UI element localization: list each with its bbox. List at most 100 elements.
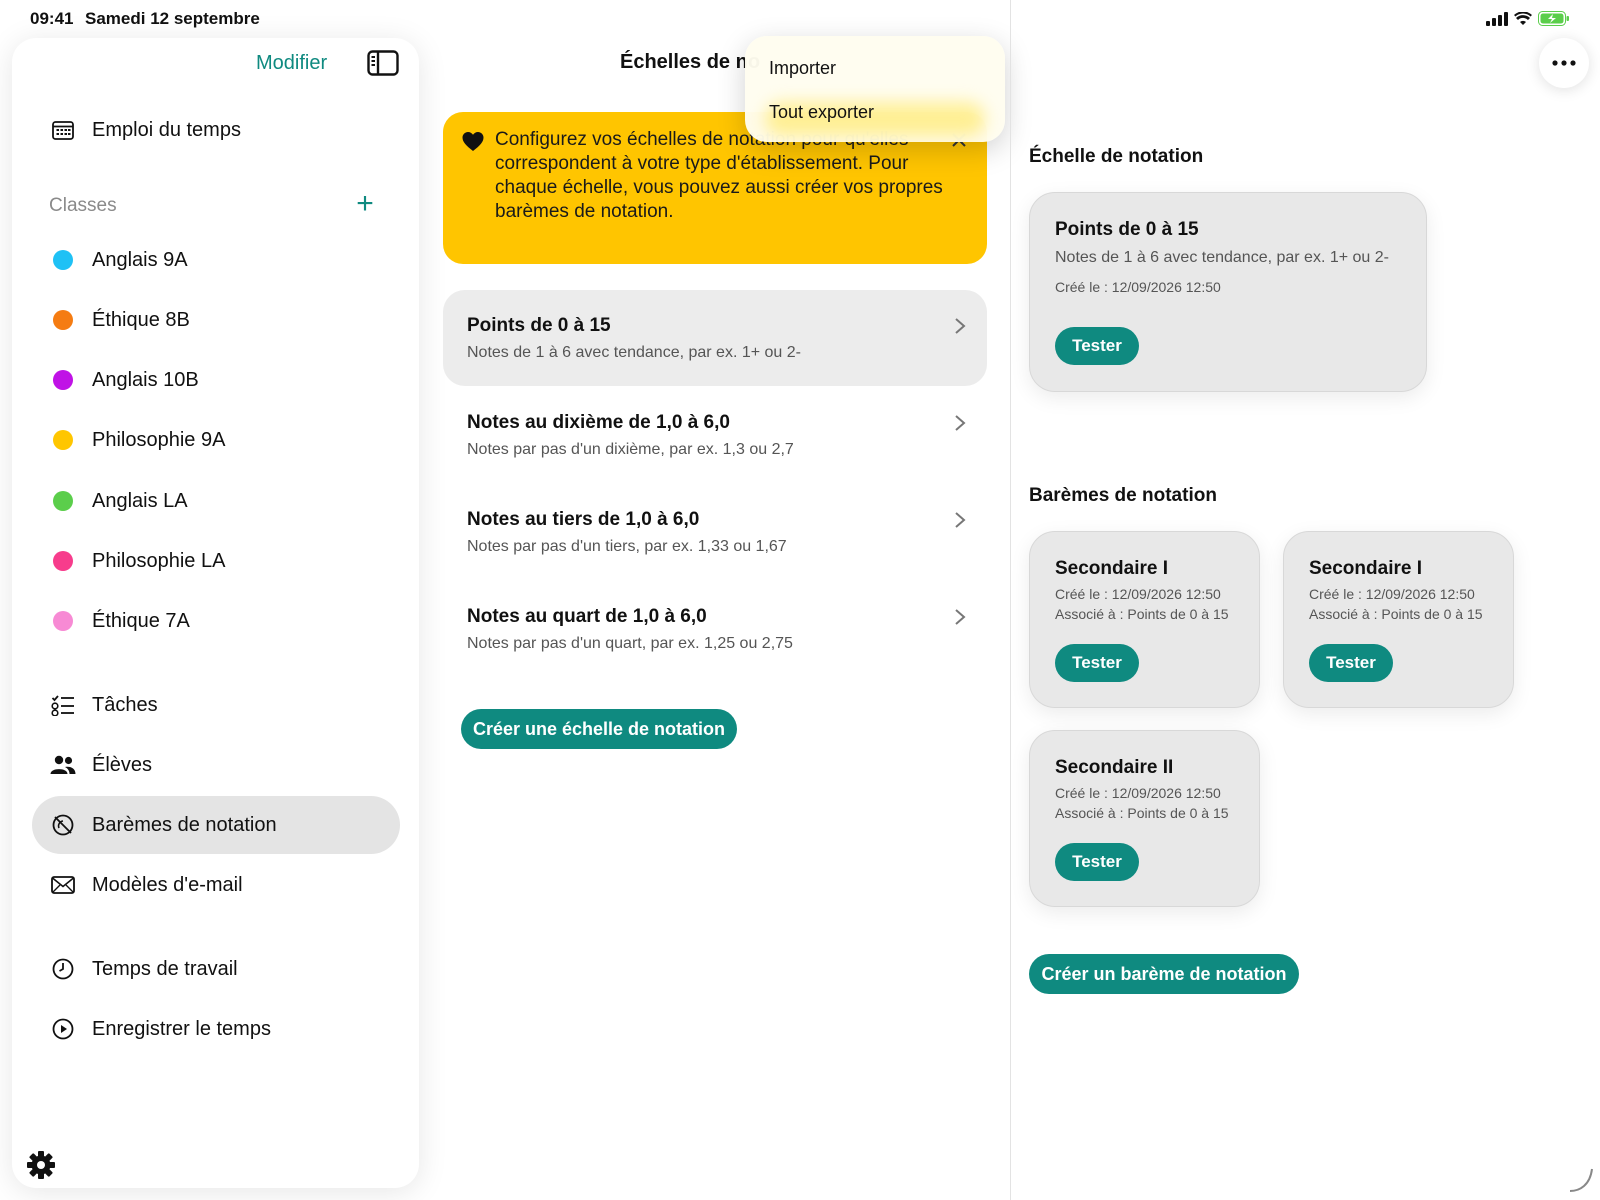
schemes-section-heading: Barèmes de notation (1029, 485, 1217, 506)
scale-subtitle: Notes par pas d'un tiers, par ex. 1,33 o… (467, 538, 787, 555)
sidebar-item-label: Anglais 10B (92, 368, 199, 391)
chevron-right-icon (955, 415, 966, 431)
scale-title: Notes au tiers de 1,0 à 6,0 (467, 509, 700, 530)
classes-section-label: Classes (49, 195, 117, 216)
sidebar-item-label: Élèves (92, 753, 153, 776)
class-color-dot (53, 250, 73, 270)
scale-subtitle: Notes par pas d'un dixième, par ex. 1,3 … (467, 441, 794, 458)
class-color-dot (53, 310, 73, 330)
more-options-button[interactable] (1539, 38, 1589, 88)
sidebar: Modifier Emploi du temps Classes + Angla… (12, 38, 419, 1188)
sidebar-item-grading-schemes[interactable]: Barèmes de notation (32, 796, 400, 854)
sidebar-item-class[interactable]: Anglais 10B (32, 351, 400, 409)
card-title: Secondaire II (1055, 757, 1174, 778)
wifi-icon (1514, 11, 1532, 25)
page-title: Échelles de no (620, 51, 761, 73)
scale-row[interactable]: Points de 0 à 15 Notes de 1 à 6 avec ten… (443, 290, 987, 386)
card-title: Points de 0 à 15 (1055, 219, 1199, 240)
scheme-card: Secondaire I Créé le : 12/09/2026 12:50 … (1029, 531, 1260, 708)
scheme-card: Secondaire I Créé le : 12/09/2026 12:50 … (1283, 531, 1514, 708)
scale-section-heading: Échelle de notation (1029, 146, 1204, 167)
chevron-right-icon (955, 512, 966, 528)
card-created-date: Créé le : 12/09/2026 12:50 (1055, 785, 1221, 801)
sidebar-item-label: Anglais 9A (92, 248, 188, 271)
banner-text: Configurez vos échelles de notation pour… (495, 129, 943, 222)
signal-icon (1486, 11, 1508, 26)
sidebar-item-schedule[interactable]: Emploi du temps (32, 101, 400, 159)
sidebar-item-students[interactable]: Élèves (32, 736, 400, 794)
sidebar-item-record-time[interactable]: Enregistrer le temps (32, 1000, 400, 1058)
chevron-right-icon (955, 609, 966, 625)
card-created-date: Créé le : 12/09/2026 12:50 (1055, 586, 1221, 602)
scale-subtitle: Notes de 1 à 6 avec tendance, par ex. 1+… (467, 344, 801, 361)
sidebar-item-class[interactable]: Philosophie LA (32, 532, 400, 590)
calendar-icon (50, 117, 76, 143)
sidebar-item-label: Philosophie 9A (92, 428, 226, 451)
sidebar-item-class[interactable]: Éthique 8B (32, 291, 400, 349)
scale-row[interactable]: Notes au tiers de 1,0 à 6,0 Notes par pa… (443, 484, 987, 580)
add-class-button[interactable]: + (350, 189, 380, 220)
menu-item-import[interactable]: Importer (769, 58, 836, 79)
clock-icon (50, 956, 76, 982)
people-icon (50, 752, 76, 778)
sidebar-item-label: Philosophie LA (92, 549, 226, 572)
class-color-dot (53, 370, 73, 390)
scale-title: Notes au quart de 1,0 à 6,0 (467, 606, 707, 627)
status-icons (1486, 11, 1570, 26)
sidebar-item-tasks[interactable]: Tâches (32, 676, 400, 734)
create-scheme-button[interactable]: Créer un barème de notation (1029, 954, 1299, 994)
sidebar-item-working-time[interactable]: Temps de travail (32, 940, 400, 998)
sidebar-item-class[interactable]: Philosophie 9A (32, 411, 400, 469)
sidebar-item-label: Enregistrer le temps (92, 1017, 271, 1040)
chevron-right-icon (955, 318, 966, 334)
status-time: 09:41 (30, 9, 74, 28)
column-divider (1010, 0, 1011, 1200)
status-date: Samedi 12 septembre (85, 9, 260, 28)
sidebar-item-class[interactable]: Éthique 7A (32, 592, 400, 650)
card-subtitle: Notes de 1 à 6 avec tendance, par ex. 1+… (1055, 249, 1389, 266)
sidebar-item-label: Modèles d'e-mail (92, 873, 243, 896)
sidebar-item-class[interactable]: Anglais LA (32, 472, 400, 530)
battery-charging-icon (1538, 11, 1569, 26)
play-circle-icon (50, 1016, 76, 1042)
test-button[interactable]: Tester (1309, 644, 1393, 682)
sidebar-item-label: Anglais LA (92, 489, 188, 512)
sidebar-toggle-icon[interactable] (367, 50, 399, 76)
scale-title: Points de 0 à 15 (467, 315, 611, 336)
test-button[interactable]: Tester (1055, 644, 1139, 682)
sidebar-item-label: Éthique 7A (92, 609, 190, 632)
scale-subtitle: Notes par pas d'un quart, par ex. 1,25 o… (467, 635, 793, 652)
sidebar-item-label: Barèmes de notation (92, 813, 277, 836)
edit-button[interactable]: Modifier (256, 52, 327, 75)
gear-icon[interactable] (26, 1150, 56, 1180)
sidebar-item-email-templates[interactable]: Modèles d'e-mail (32, 856, 400, 914)
sidebar-item-label: Emploi du temps (92, 118, 241, 141)
sidebar-item-label: Tâches (92, 693, 158, 716)
sidebar-item-class[interactable]: Anglais 9A (32, 231, 400, 289)
sidebar-item-label: Éthique 8B (92, 308, 190, 331)
heart-icon (462, 132, 484, 151)
sidebar-item-label: Temps de travail (92, 957, 238, 980)
card-associated: Associé à : Points de 0 à 15 (1055, 606, 1229, 622)
resize-handle-icon[interactable] (1566, 1165, 1594, 1193)
envelope-icon (50, 872, 76, 898)
class-color-dot (53, 551, 73, 571)
class-color-dot (53, 611, 73, 631)
scheme-card: Secondaire II Créé le : 12/09/2026 12:50… (1029, 730, 1260, 907)
test-button[interactable]: Tester (1055, 327, 1139, 365)
card-title: Secondaire I (1309, 558, 1422, 579)
card-title: Secondaire I (1055, 558, 1168, 579)
checklist-icon (50, 692, 76, 718)
scale-row[interactable]: Notes au quart de 1,0 à 6,0 Notes par pa… (443, 581, 987, 677)
menu-item-export-all[interactable]: Tout exporter (769, 102, 874, 123)
class-color-dot (53, 430, 73, 450)
card-created-date: Créé le : 12/09/2026 12:50 (1055, 279, 1221, 295)
create-scale-button[interactable]: Créer une échelle de notation (461, 709, 737, 749)
scale-title: Notes au dixième de 1,0 à 6,0 (467, 412, 730, 433)
test-button[interactable]: Tester (1055, 843, 1139, 881)
card-associated: Associé à : Points de 0 à 15 (1055, 805, 1229, 821)
card-created-date: Créé le : 12/09/2026 12:50 (1309, 586, 1475, 602)
status-bar: 09:41 Samedi 12 septembre (0, 0, 1600, 38)
scale-row[interactable]: Notes au dixième de 1,0 à 6,0 Notes par … (443, 387, 987, 483)
card-associated: Associé à : Points de 0 à 15 (1309, 606, 1483, 622)
